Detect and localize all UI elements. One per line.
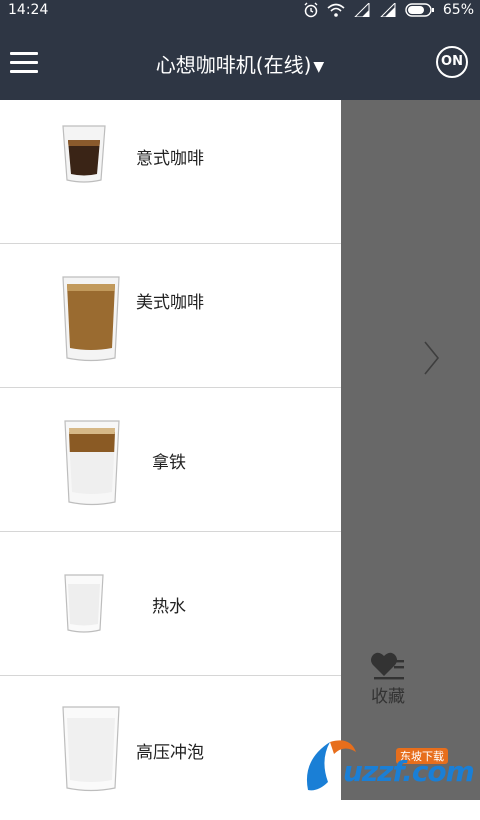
side-panel: 收藏	[341, 100, 480, 800]
drink-item-espresso[interactable]: 意式咖啡	[0, 100, 341, 244]
alarm-icon	[304, 2, 318, 18]
status-time: 14:24	[8, 2, 49, 18]
wifi-icon	[327, 3, 345, 17]
heart-list-icon	[371, 652, 404, 680]
power-button[interactable]: ON	[436, 46, 468, 78]
battery-percent: 65%	[442, 2, 474, 18]
signal-icon	[354, 3, 370, 17]
signal-icon-2	[380, 3, 396, 17]
latte-cup-icon	[64, 420, 120, 506]
water-cup-icon	[64, 574, 104, 633]
watermark-logo: 东坡下载 uzzf.com	[300, 730, 480, 800]
drink-label: 高压冲泡	[136, 743, 204, 763]
espresso-cup-icon	[62, 125, 106, 183]
watermark-text: uzzf.com	[343, 755, 475, 788]
drink-label: 拿铁	[152, 453, 186, 473]
brew-cup-icon	[62, 706, 120, 792]
machine-selector[interactable]: 心想咖啡机(在线) ▼	[0, 49, 480, 78]
app-header: 心想咖啡机(在线) ▼ ON	[0, 22, 480, 100]
status-bar: 14:24 65%	[0, 0, 480, 22]
battery-icon	[405, 3, 434, 17]
drink-label: 美式咖啡	[136, 293, 204, 313]
favorites-label: 收藏	[371, 687, 405, 707]
chevron-right-icon[interactable]	[423, 340, 441, 376]
americano-cup-icon	[62, 276, 120, 362]
drink-item-hot-water[interactable]: 热水	[0, 532, 341, 676]
favorites-button[interactable]: 收藏	[366, 650, 410, 707]
drink-item-pressure-brew[interactable]: 高压冲泡	[0, 676, 341, 820]
drink-label: 意式咖啡	[136, 149, 204, 169]
caret-down-icon: ▼	[313, 58, 325, 75]
drink-list: 意式咖啡 美式咖啡 拿铁 热水 高压冲泡	[0, 100, 341, 800]
drink-item-latte[interactable]: 拿铁	[0, 388, 341, 532]
drink-label: 热水	[152, 597, 186, 617]
drink-item-americano[interactable]: 美式咖啡	[0, 244, 341, 388]
page-title: 心想咖啡机(在线)	[155, 53, 312, 77]
status-icons: 65%	[303, 2, 474, 18]
